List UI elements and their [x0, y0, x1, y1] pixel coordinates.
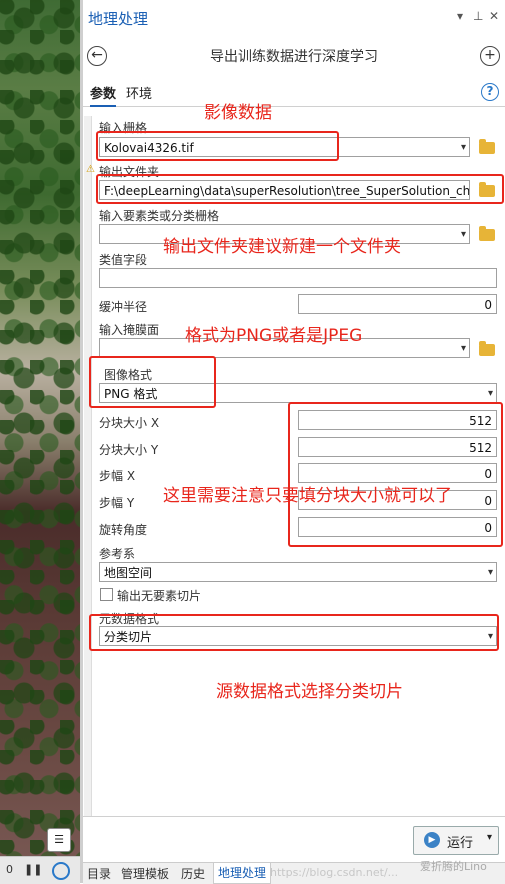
- add-icon[interactable]: +: [480, 46, 500, 66]
- chat-icon[interactable]: ☰: [47, 828, 71, 852]
- highlight-box-metadata: [89, 614, 499, 651]
- run-icon: ▶: [424, 832, 440, 848]
- map-toolbar: 0 ❚❚: [0, 856, 80, 884]
- tab-geoprocessing[interactable]: 地理处理: [213, 863, 272, 884]
- tool-header: ← 导出训练数据进行深度学习 +: [83, 40, 505, 72]
- pin-icon[interactable]: ⊥: [473, 9, 483, 23]
- warning-icon: ⚠: [86, 164, 95, 175]
- chevron-down-icon[interactable]: ▾: [487, 832, 492, 843]
- no-feature-label: 输出无要素切片: [117, 589, 202, 603]
- highlight-box-raster: [96, 131, 339, 161]
- buffer-label: 缓冲半径: [99, 300, 148, 314]
- highlight-box-output: [96, 174, 504, 204]
- close-icon[interactable]: ✕: [489, 9, 499, 23]
- watermark-url: https://blog.csdn.net/...: [270, 866, 399, 879]
- buffer-input[interactable]: 0: [298, 294, 497, 314]
- pane-footer: ▶ 运行 ▾: [83, 816, 505, 863]
- value-field-label: 类值字段: [99, 253, 148, 267]
- tab-parameters[interactable]: 参数: [90, 83, 117, 107]
- annotation-raster: 影像数据: [204, 103, 272, 123]
- folder-icon[interactable]: [479, 139, 495, 154]
- no-feature-checkbox[interactable]: [100, 588, 113, 601]
- folder-icon[interactable]: [479, 226, 495, 241]
- tab-history[interactable]: 历史: [181, 865, 205, 882]
- run-label: 运行: [447, 836, 474, 851]
- run-button[interactable]: ▶ 运行 ▾: [413, 826, 499, 855]
- tab-templates[interactable]: 管理模板: [121, 865, 169, 882]
- value-field-input[interactable]: [99, 268, 497, 288]
- pane-menu-icon[interactable]: ▾: [457, 9, 463, 23]
- refresh-icon[interactable]: [52, 862, 70, 880]
- annotation-metadata: 源数据格式选择分类切片: [216, 682, 403, 702]
- mask-label: 输入掩膜面: [99, 323, 160, 337]
- folder-icon[interactable]: [479, 341, 495, 356]
- tab-environments[interactable]: 环境: [126, 83, 152, 102]
- highlight-box-format: [89, 356, 216, 408]
- annotation-format: 格式为PNG或者是JPEG: [185, 326, 363, 346]
- stride-x-label: 步幅 X: [99, 469, 136, 483]
- ref-system-select[interactable]: 地图空间: [99, 562, 497, 582]
- map-view[interactable]: [0, 0, 80, 883]
- tool-tabs: 参数 环境 ?: [83, 78, 505, 107]
- watermark-author: 爱折腾的Lino: [420, 860, 487, 873]
- stride-y-label: 步幅 Y: [99, 496, 135, 510]
- tile-y-label: 分块大小 Y: [99, 443, 159, 457]
- pane-title: 地理处理: [88, 10, 149, 28]
- ref-system-label: 参考系: [99, 547, 136, 561]
- tool-title: 导出训练数据进行深度学习: [210, 49, 378, 65]
- feature-class-label: 输入要素类或分类栅格: [99, 209, 220, 223]
- pane-titlebar: 地理处理 ▾ ⊥ ✕: [83, 0, 505, 32]
- pause-icon[interactable]: ❚❚: [24, 863, 42, 876]
- help-icon[interactable]: ?: [481, 83, 499, 101]
- annotation-tiles: 这里需要注意只要填分块大小就可以了: [163, 486, 452, 506]
- map-scale: 0: [6, 863, 13, 876]
- highlight-box-tiles: [288, 402, 503, 547]
- tab-catalog[interactable]: 目录: [87, 865, 111, 882]
- rotation-label: 旋转角度: [99, 523, 148, 537]
- tile-x-label: 分块大小 X: [99, 416, 160, 430]
- annotation-output: 输出文件夹建议新建一个文件夹: [163, 237, 401, 257]
- form-scrollbar[interactable]: [84, 116, 92, 816]
